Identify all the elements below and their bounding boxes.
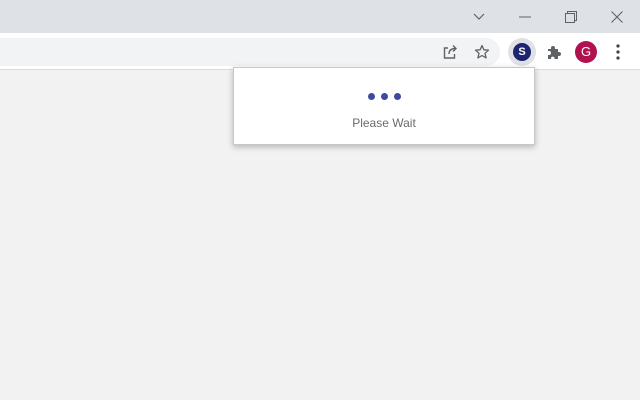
- profile-button[interactable]: G: [572, 38, 600, 66]
- loading-dot: [380, 93, 388, 100]
- close-button[interactable]: [595, 0, 639, 33]
- loading-dot: [393, 93, 401, 100]
- share-icon: [443, 45, 457, 59]
- close-icon: [611, 10, 623, 23]
- star-icon: [474, 44, 490, 59]
- restore-icon: [565, 10, 577, 23]
- puzzle-icon: [548, 46, 561, 59]
- minimize-icon: [519, 16, 531, 17]
- loading-indicator: [234, 93, 534, 101]
- minimize-button[interactable]: [503, 0, 547, 33]
- browser-menu-button[interactable]: [604, 38, 632, 66]
- restore-button[interactable]: [549, 0, 593, 33]
- extension-button[interactable]: S: [508, 38, 536, 66]
- loading-dot: [367, 93, 375, 100]
- chevron-down-icon: [473, 13, 485, 20]
- tab-search-button[interactable]: [457, 0, 501, 33]
- address-bar[interactable]: [0, 38, 500, 66]
- title-bar: [0, 0, 640, 33]
- avatar: G: [575, 41, 597, 63]
- loading-message: Please Wait: [352, 116, 416, 130]
- share-button[interactable]: [436, 38, 464, 66]
- extensions-menu-button[interactable]: [540, 38, 568, 66]
- kebab-menu-icon: [616, 44, 620, 60]
- extension-badge-icon: S: [513, 43, 531, 61]
- extension-popup: Please Wait: [233, 67, 535, 145]
- bookmark-button[interactable]: [468, 38, 496, 66]
- browser-toolbar: S G: [0, 33, 640, 70]
